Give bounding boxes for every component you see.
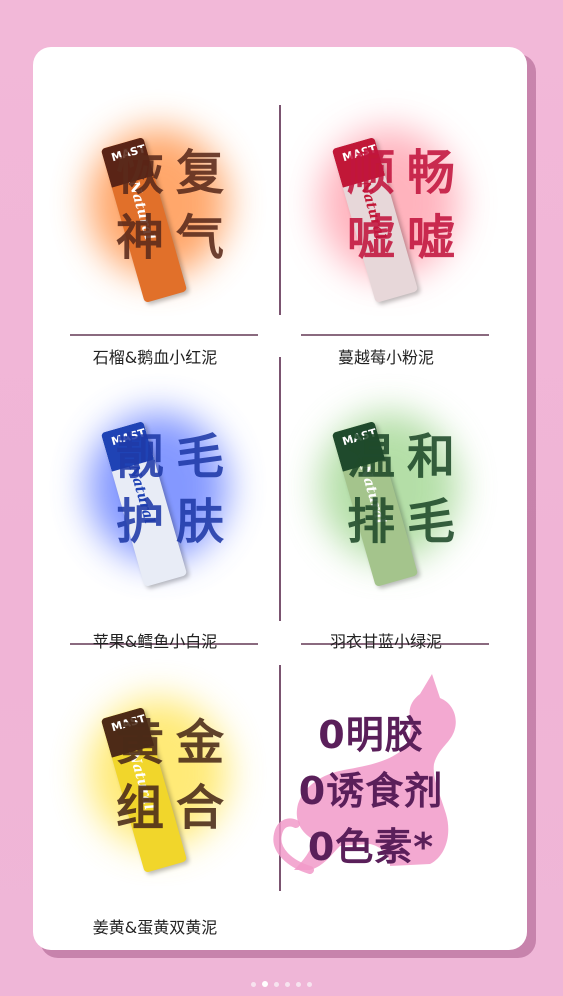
stick-brand-text: Natural xyxy=(356,179,389,242)
product-label: 苹果&鳕鱼小白泥 xyxy=(92,632,218,651)
product-label: 姜黄&蛋黄双黄泥 xyxy=(92,918,218,937)
stick-brand-text: Natural xyxy=(125,749,158,812)
pagination-dot[interactable] xyxy=(274,982,279,987)
stick-brand-text: Natural xyxy=(125,179,158,242)
product-tile[interactable]: MAST Natural 黄 金 组 合 姜黄&蛋黄双黄泥 xyxy=(40,670,270,937)
pagination-dot[interactable] xyxy=(285,982,290,987)
pagination-dot[interactable] xyxy=(307,982,312,987)
pagination-dot[interactable] xyxy=(262,981,268,987)
pagination-dot[interactable] xyxy=(251,982,256,987)
product-tile[interactable]: MAST Natural 靓 毛 护 肤 苹果&鳕鱼小白泥 xyxy=(40,384,270,651)
stick-brand-text: Natural xyxy=(356,463,389,526)
claim-colorant: 0色素* xyxy=(307,825,435,869)
product-tile[interactable]: MAST Natural 顺 畅 嘘 嘘 蔓越莓小粉泥 xyxy=(271,100,501,367)
claim-attractant: 0诱食剂 xyxy=(298,769,444,813)
pagination-dot[interactable] xyxy=(296,982,301,987)
product-label: 蔓越莓小粉泥 xyxy=(337,348,434,367)
product-label: 羽衣甘蓝小绿泥 xyxy=(329,632,442,651)
product-label: 石榴&鹅血小红泥 xyxy=(92,348,218,367)
product-tile[interactable]: MAST Natural 温 和 排 毛 羽衣甘蓝小绿泥 xyxy=(271,384,501,651)
pagination-dots[interactable] xyxy=(0,972,563,991)
claim-gelatin: 0明胶 xyxy=(318,713,424,757)
product-tile[interactable]: MAST Natural 恢 复 神 气 石榴&鹅血小红泥 xyxy=(40,100,270,367)
stick-brand-text: Natural xyxy=(125,463,158,526)
